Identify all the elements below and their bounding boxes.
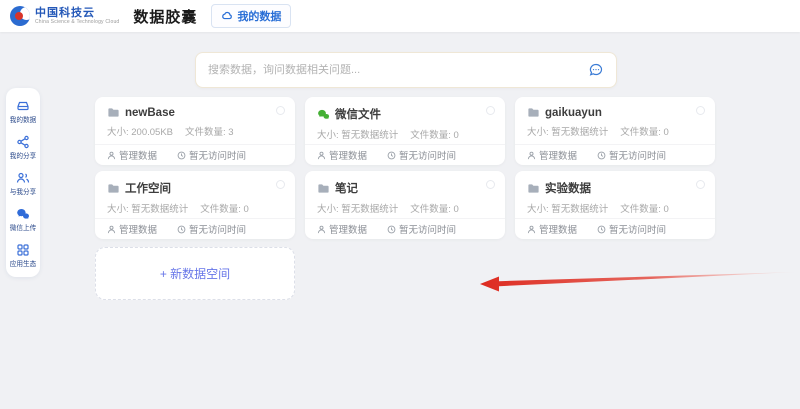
data-space-card[interactable]: gaikuayun 大小: 暂无数据统计 文件数量: 0 管理数据 暂无访问时间 [515,97,715,165]
user-icon [527,225,536,233]
space-title: 笔记 [335,183,358,195]
clock-icon [177,151,186,159]
sidebar-item-my-data[interactable]: 我的数据 [6,99,40,125]
space-title: gaikuayun [545,106,602,119]
share-icon [17,135,29,149]
card-action-icon[interactable] [696,180,705,189]
visit-time-label: 暂无访问时间 [177,222,246,236]
data-space-grid: newBase 大小: 200.05KB 文件数量: 3 管理数据 暂无访问时间… [95,97,715,239]
user-icon [317,225,326,233]
space-size: 大小: 暂无数据统计 [107,204,189,215]
clock-icon [597,151,606,159]
space-title: 实验数据 [545,183,591,195]
space-file-count: 文件数量: 0 [620,127,669,138]
sidebar-item-my-shares[interactable]: 我的分享 [6,135,40,161]
clock-icon [597,225,606,233]
folder-icon [527,106,540,119]
sidebar-item-label: 应用生态 [9,261,37,268]
wechat-icon [17,209,29,219]
card-action-icon[interactable] [486,180,495,189]
card-action-icon[interactable] [696,106,705,115]
manage-data-link[interactable]: 管理数据 [317,148,367,162]
data-space-card[interactable]: 工作空间 大小: 暂无数据统计 文件数量: 0 管理数据 暂无访问时间 [95,171,295,239]
data-space-card[interactable]: 微信文件 大小: 暂无数据统计 文件数量: 0 管理数据 暂无访问时间 [305,97,505,165]
users-icon [16,172,30,183]
folder-icon [107,106,120,119]
space-size: 大小: 暂无数据统计 [317,204,399,215]
data-space-card[interactable]: newBase 大小: 200.05KB 文件数量: 3 管理数据 暂无访问时间 [95,97,295,165]
wechat-green-icon [317,108,330,121]
apps-grid-icon [17,244,29,256]
sidebar-item-wechat-upload[interactable]: 微信上传 [6,207,40,233]
data-space-card[interactable]: 笔记 大小: 暂无数据统计 文件数量: 0 管理数据 暂无访问时间 [305,171,505,239]
space-size: 大小: 暂无数据统计 [317,130,399,141]
manage-data-link[interactable]: 管理数据 [107,222,157,236]
sidebar-item-label: 我的分享 [9,153,37,160]
space-file-count: 文件数量: 0 [620,204,669,215]
sidebar-item-shared-with-me[interactable]: 与我分享 [6,171,40,197]
sidebar-item-label: 我的数据 [9,117,37,124]
data-space-card[interactable]: 实验数据 大小: 暂无数据统计 文件数量: 0 管理数据 暂无访问时间 [515,171,715,239]
card-action-icon[interactable] [486,106,495,115]
visit-time-label: 暂无访问时间 [177,148,246,162]
app-header: 中国科技云 China Science & Technology Cloud 数… [0,0,800,32]
page-title: 数据胶囊 [133,8,198,26]
manage-data-link[interactable]: 管理数据 [527,222,577,236]
sidebar-item-app-ecosystem[interactable]: 应用生态 [6,243,40,269]
logo-en-text: China Science & Technology Cloud [35,18,120,25]
chat-bubble-icon[interactable] [588,62,604,78]
sidebar-item-label: 与我分享 [9,189,37,196]
folder-icon [527,182,540,195]
logo-cn-text: 中国科技云 [35,6,95,19]
space-size: 大小: 暂无数据统计 [527,127,609,138]
new-data-space-button[interactable]: + 新数据空间 [95,247,295,300]
space-file-count: 文件数量: 0 [410,204,459,215]
drive-icon [17,101,29,111]
sidebar: 我的数据 我的分享 与我分享 微信上传 应用生态 [6,88,40,277]
user-icon [107,151,116,159]
space-size: 大小: 200.05KB [107,127,174,138]
space-file-count: 文件数量: 3 [185,127,234,138]
space-file-count: 文件数量: 0 [200,204,249,215]
user-icon [527,151,536,159]
search-bar [195,52,617,88]
space-size: 大小: 暂无数据统计 [527,204,609,215]
card-action-icon[interactable] [276,180,285,189]
visit-time-label: 暂无访问时间 [387,222,456,236]
folder-icon [107,182,120,195]
user-icon [107,225,116,233]
cstcloud-logo-icon [10,6,30,26]
visit-time-label: 暂无访问时间 [387,148,456,162]
card-action-icon[interactable] [276,106,285,115]
my-data-button-label: 我的数据 [237,11,282,23]
visit-time-label: 暂无访问时间 [597,222,666,236]
space-title: 微信文件 [335,109,381,121]
manage-data-link[interactable]: 管理数据 [107,148,157,162]
red-arrow-annotation [480,272,796,292]
space-title: newBase [125,106,175,119]
space-title: 工作空间 [125,183,171,195]
user-icon [317,151,326,159]
manage-data-link[interactable]: 管理数据 [527,148,577,162]
clock-icon [387,225,396,233]
clock-icon [387,151,396,159]
sidebar-item-label: 微信上传 [9,225,37,232]
space-file-count: 文件数量: 0 [410,130,459,141]
my-data-button[interactable]: 我的数据 [211,4,292,28]
folder-icon [317,182,330,195]
brand-logo: 中国科技云 China Science & Technology Cloud [10,6,119,26]
clock-icon [177,225,186,233]
cloud-icon [222,11,233,20]
new-data-space-label: + 新数据空间 [159,267,231,281]
manage-data-link[interactable]: 管理数据 [317,222,367,236]
search-input[interactable] [208,64,588,76]
visit-time-label: 暂无访问时间 [597,148,666,162]
